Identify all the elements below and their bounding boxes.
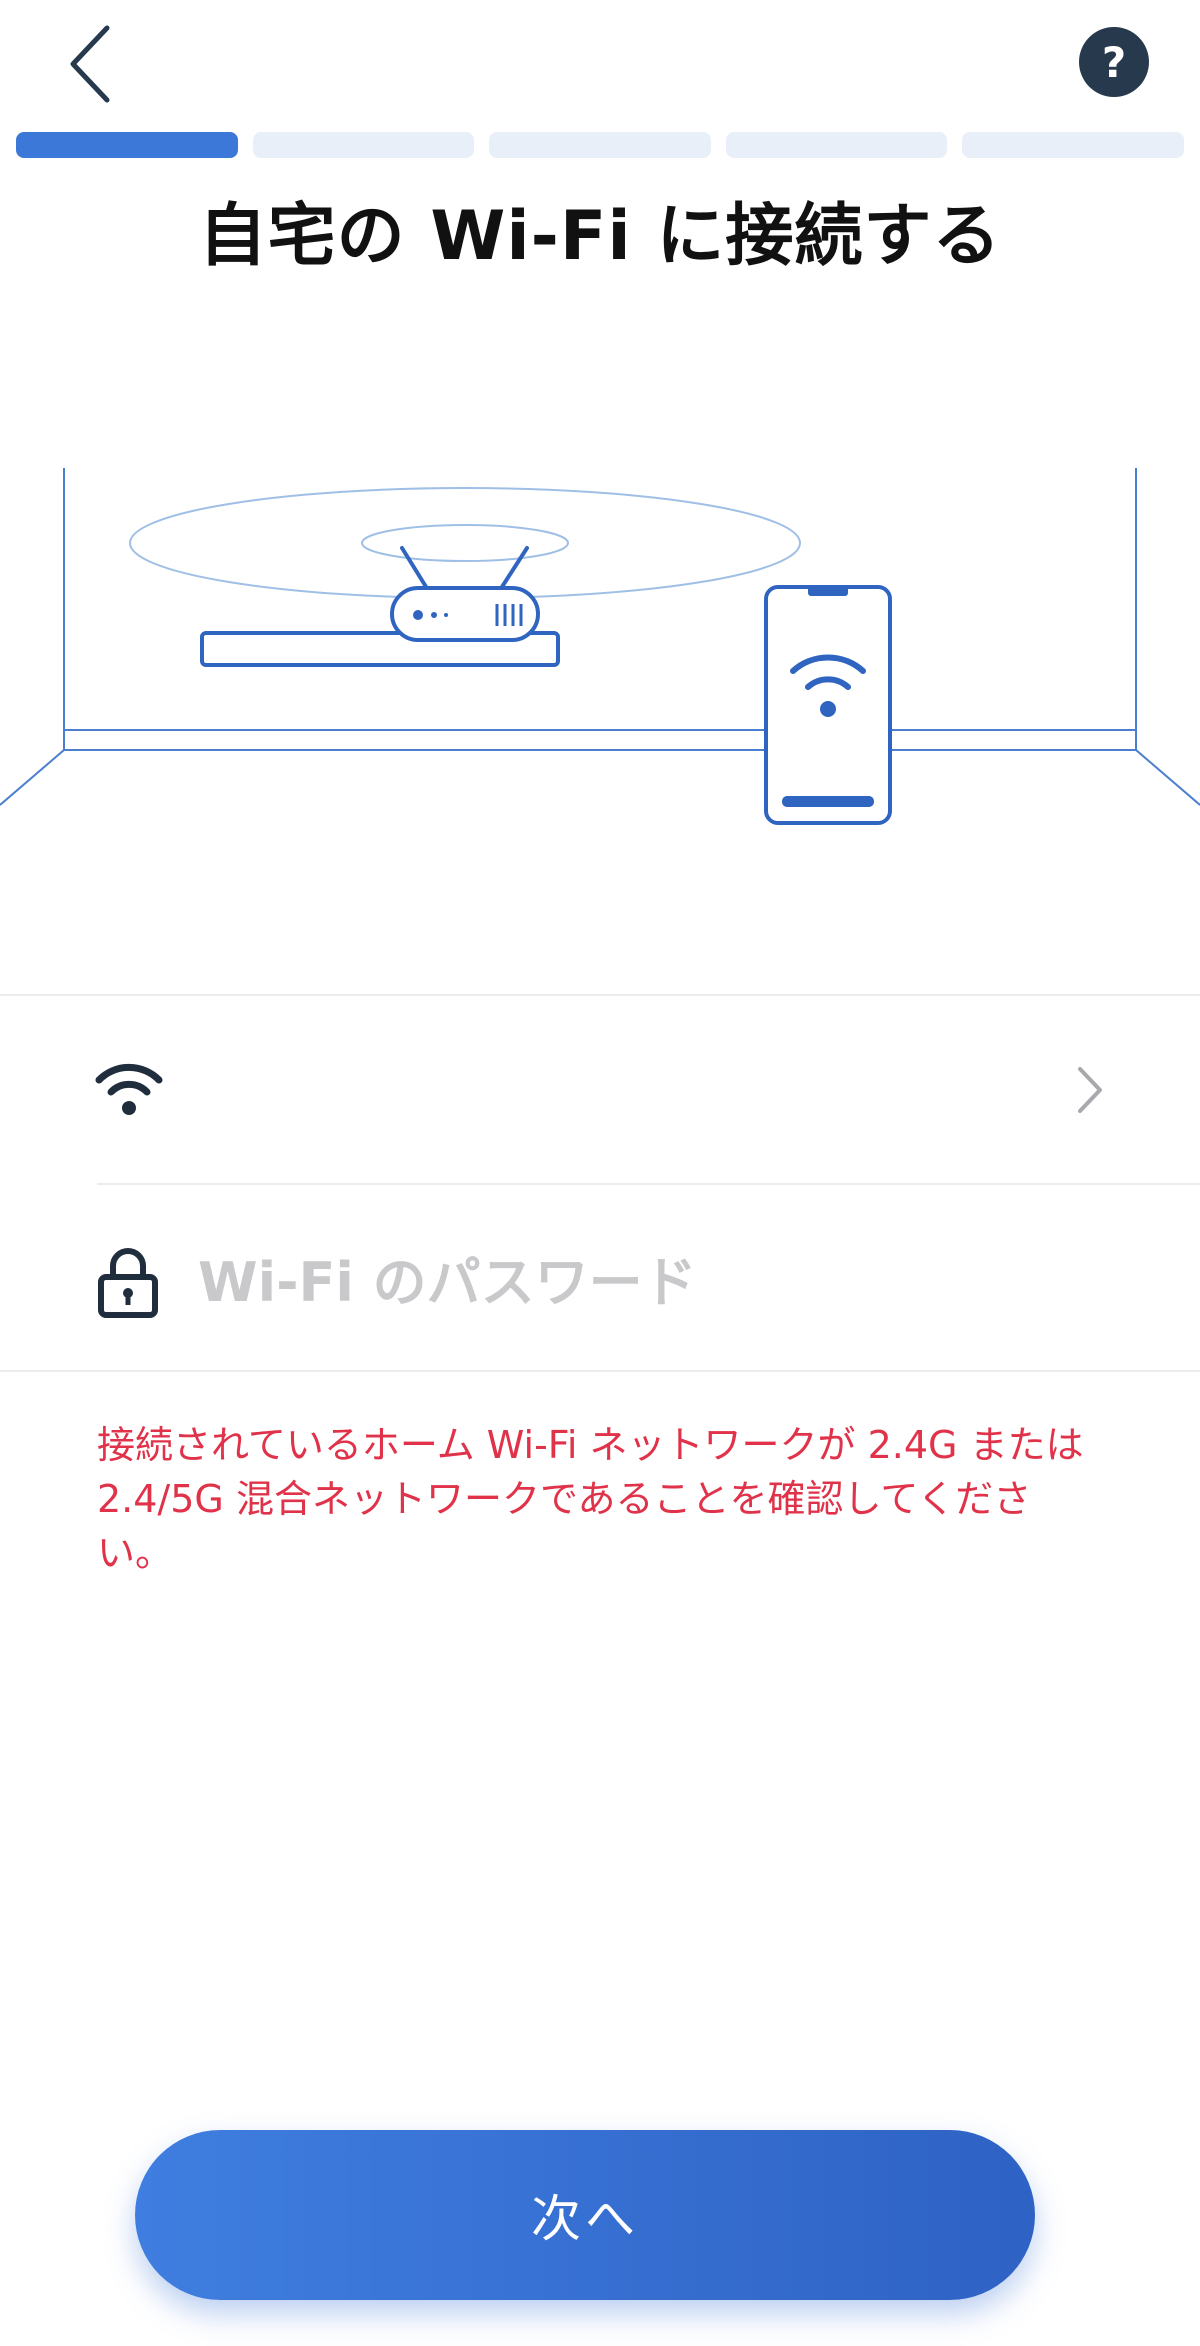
password-row xyxy=(0,1186,1200,1370)
help-icon: ? xyxy=(1101,37,1127,87)
page-title: 自宅の Wi-Fi に接続する xyxy=(198,197,1002,276)
progress-step-1 xyxy=(16,132,238,158)
next-button[interactable]: 次へ xyxy=(135,2130,1035,2300)
network-warning-text: 接続されているホーム Wi-Fi ネットワークが 2.4G または 2.4/5G… xyxy=(97,1423,1084,1575)
help-button[interactable]: ? xyxy=(1079,27,1149,97)
network-select-row[interactable] xyxy=(0,1000,1200,1184)
chevron-left-icon xyxy=(70,25,110,103)
router-phone-illustration xyxy=(0,468,1200,825)
progress-step-3 xyxy=(489,132,711,158)
lock-icon xyxy=(98,1248,158,1318)
progress-step-4 xyxy=(725,132,948,158)
back-button[interactable] xyxy=(50,14,130,114)
wifi-icon xyxy=(95,1063,163,1115)
chevron-right-icon xyxy=(1078,1067,1102,1113)
progress-step-2 xyxy=(252,132,475,158)
wifi-password-input[interactable] xyxy=(198,1242,1098,1322)
progress-step-5 xyxy=(962,132,1184,158)
section-divider-bottom xyxy=(0,1370,1200,1372)
step-progress xyxy=(16,132,1184,158)
section-divider-top xyxy=(0,994,1200,996)
